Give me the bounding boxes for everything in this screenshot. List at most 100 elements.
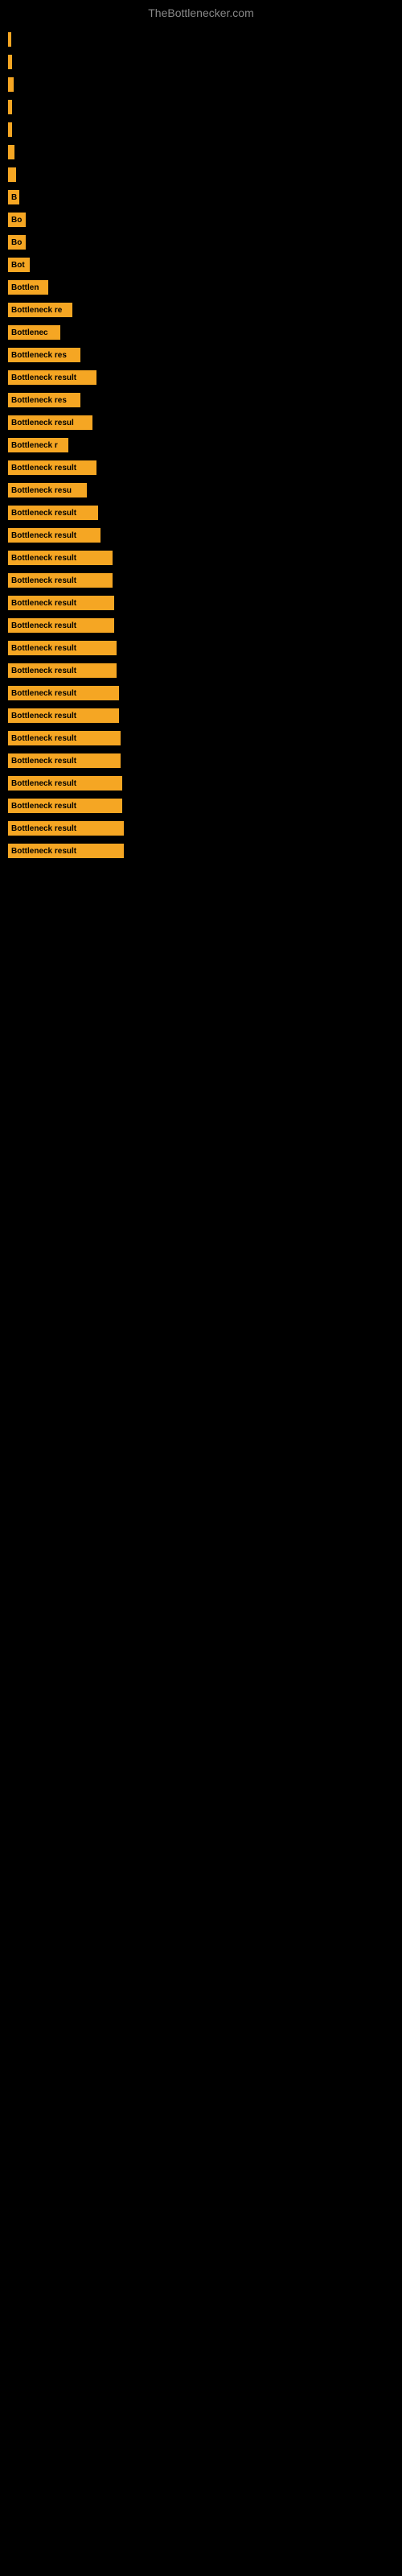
bar-row: Bottleneck result [8,594,402,612]
bar-9: Bo [8,213,26,227]
bar-1 [8,32,11,47]
site-title: TheBottlenecker.com [0,0,402,23]
bar-row: Bottleneck result [8,729,402,747]
bar-34: Bottleneck result [8,776,122,791]
bar-row [8,166,402,184]
bar-row: Bottleneck result [8,707,402,724]
bar-10: Bo [8,235,26,250]
bar-row: Bottleneck result [8,369,402,386]
bar-label-31: Bottleneck result [11,712,76,720]
bar-24: Bottleneck result [8,551,113,565]
bar-18: Bottleneck resul [8,415,92,430]
bar-label-29: Bottleneck result [11,667,76,675]
bar-2 [8,55,12,69]
bar-26: Bottleneck result [8,596,114,610]
bar-27: Bottleneck result [8,618,114,633]
bar-row [8,76,402,93]
bar-row: Bottleneck result [8,526,402,544]
bar-17: Bottleneck res [8,393,80,407]
bar-row: B [8,188,402,206]
bar-label-34: Bottleneck result [11,779,76,788]
bar-label-33: Bottleneck result [11,757,76,766]
bars-container: B Bo Bo Bot Bottlen Bottleneck re Bottlenec Bot… [0,23,402,865]
bar-row: Bottleneck result [8,752,402,770]
bar-row: Bo [8,233,402,251]
bar-label-36: Bottleneck result [11,824,76,833]
bar-row: Bottleneck result [8,639,402,657]
bar-20: Bottleneck result [8,460,96,475]
bar-3 [8,77,14,92]
bar-row: Bottleneck resul [8,414,402,431]
bar-label-37: Bottleneck result [11,847,76,856]
bar-row: Bottleneck result [8,617,402,634]
bar-row: Bottleneck resu [8,481,402,499]
bar-label-9: Bo [11,216,22,225]
bar-25: Bottleneck result [8,573,113,588]
bar-row [8,31,402,48]
bar-label-25: Bottleneck result [11,576,76,585]
bar-8: B [8,190,19,204]
bar-row: Bottleneck result [8,684,402,702]
bar-row [8,121,402,138]
bar-row: Bottleneck result [8,459,402,477]
bar-5 [8,122,12,137]
bar-7 [8,167,16,182]
bar-row [8,53,402,71]
bar-row [8,143,402,161]
bar-35: Bottleneck result [8,799,122,813]
bar-32: Bottleneck result [8,731,121,745]
bar-36: Bottleneck result [8,821,124,836]
bar-row: Bottleneck result [8,662,402,679]
bar-label-16: Bottleneck result [11,374,76,382]
bar-29: Bottleneck result [8,663,117,678]
bar-13: Bottleneck re [8,303,72,317]
bar-row: Bottlen [8,279,402,296]
bar-row: Bottleneck result [8,842,402,860]
bar-33: Bottleneck result [8,753,121,768]
bar-11: Bot [8,258,30,272]
bar-19: Bottleneck r [8,438,68,452]
bar-row: Bottleneck res [8,391,402,409]
bar-23: Bottleneck result [8,528,100,543]
bar-label-8: B [11,193,17,202]
bar-31: Bottleneck result [8,708,119,723]
bar-15: Bottleneck res [8,348,80,362]
bar-28: Bottleneck result [8,641,117,655]
bar-label-10: Bo [11,238,22,247]
bar-label-22: Bottleneck result [11,509,76,518]
bar-22: Bottleneck result [8,506,98,520]
bar-row: Bottleneck r [8,436,402,454]
bar-label-24: Bottleneck result [11,554,76,563]
bar-row: Bottleneck re [8,301,402,319]
bar-label-27: Bottleneck result [11,621,76,630]
bar-37: Bottleneck result [8,844,124,858]
bar-row: Bottlenec [8,324,402,341]
bar-label-13: Bottleneck re [11,306,62,315]
bar-row: Bottleneck result [8,504,402,522]
bar-label-14: Bottlenec [11,328,48,337]
bar-21: Bottleneck resu [8,483,87,497]
bar-label-12: Bottlen [11,283,39,292]
bar-12: Bottlen [8,280,48,295]
bar-row: Bo [8,211,402,229]
bar-row: Bottleneck result [8,549,402,567]
bar-label-15: Bottleneck res [11,351,67,360]
bar-label-23: Bottleneck result [11,531,76,540]
bar-6 [8,145,14,159]
bar-row [8,98,402,116]
bar-row: Bot [8,256,402,274]
bar-30: Bottleneck result [8,686,119,700]
bar-label-32: Bottleneck result [11,734,76,743]
bar-row: Bottleneck result [8,572,402,589]
bar-label-21: Bottleneck resu [11,486,72,495]
bar-label-28: Bottleneck result [11,644,76,653]
bar-4 [8,100,12,114]
bar-row: Bottleneck result [8,774,402,792]
bar-label-17: Bottleneck res [11,396,67,405]
bar-label-26: Bottleneck result [11,599,76,608]
bar-label-19: Bottleneck r [11,441,58,450]
bar-row: Bottleneck result [8,819,402,837]
bar-label-30: Bottleneck result [11,689,76,698]
bar-row: Bottleneck result [8,797,402,815]
bar-label-18: Bottleneck resul [11,419,74,427]
